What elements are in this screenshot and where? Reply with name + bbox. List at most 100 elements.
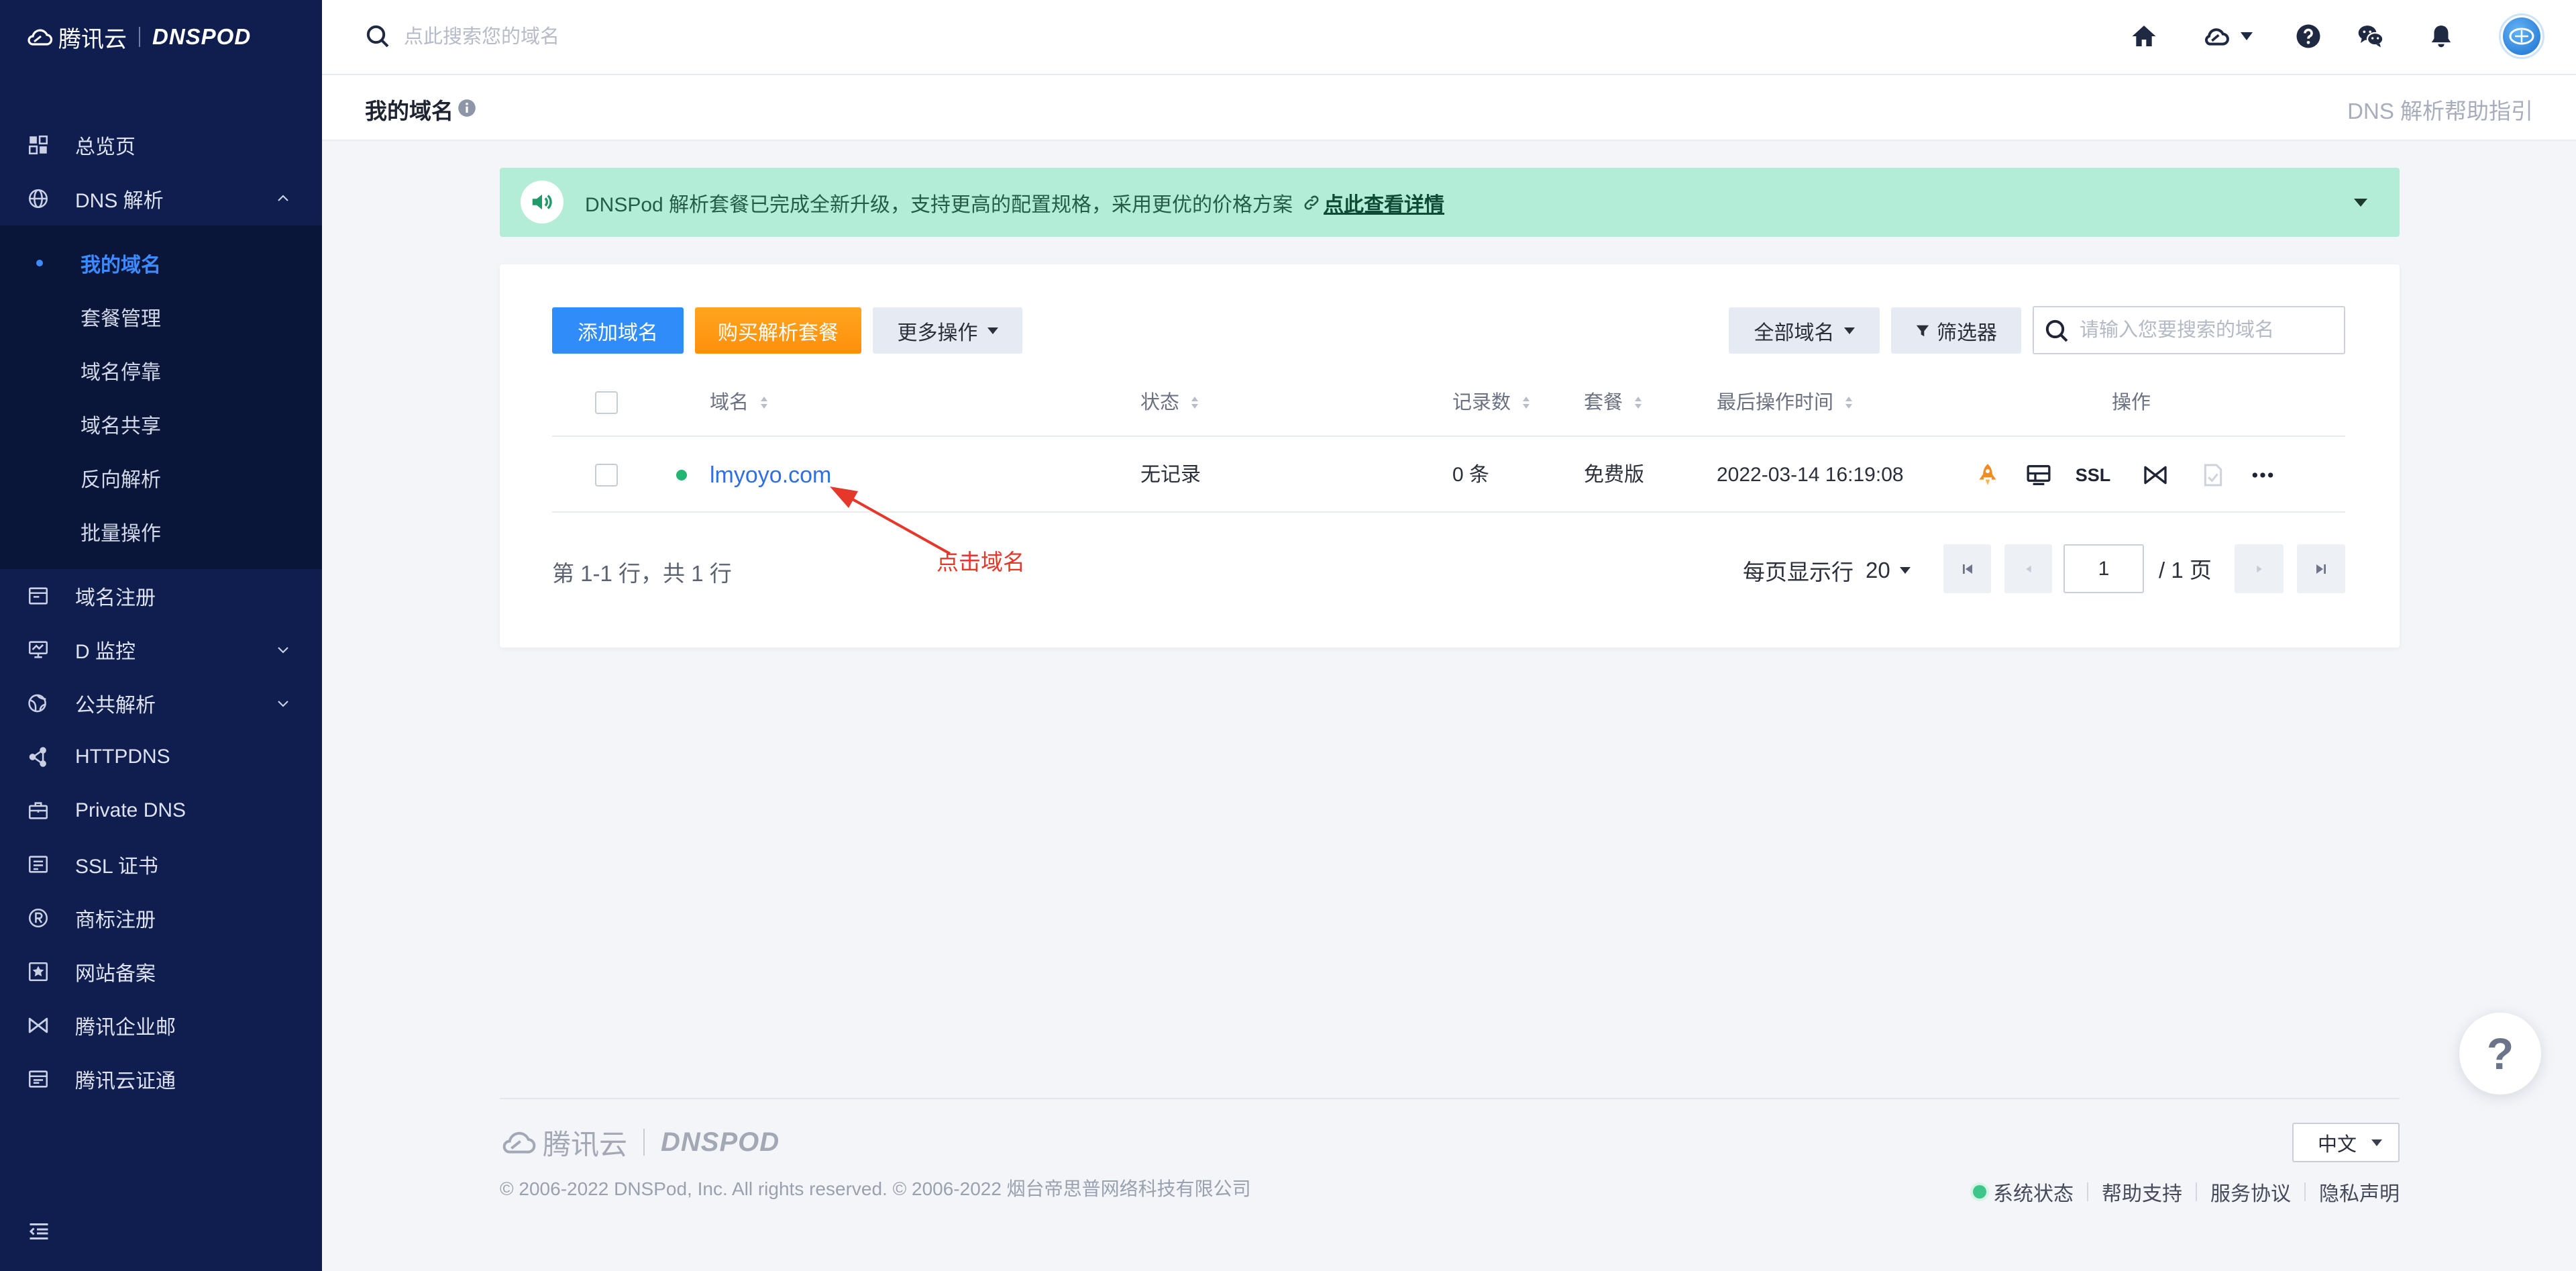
- rocket-icon[interactable]: [1974, 462, 2001, 489]
- sidebar-item-ssl-certificate[interactable]: SSL 证书: [0, 837, 322, 891]
- banner-link-label: 点此查看详情: [1324, 193, 1445, 216]
- sidebar-item-domain-registration[interactable]: 域名注册: [0, 569, 322, 623]
- footer-brand: 腾讯云 DNSPOD: [500, 1125, 780, 1160]
- sidebar-item-label: 总览页: [75, 136, 136, 158]
- page-title: 我的域名: [365, 99, 453, 123]
- submenu-item-label: 批量操作: [80, 523, 161, 545]
- collapse-menu-icon[interactable]: [27, 1219, 51, 1243]
- column-header-records[interactable]: 记录数: [1452, 387, 1531, 419]
- domain-search-input[interactable]: [2080, 317, 2334, 344]
- sort-icon[interactable]: [1190, 395, 1199, 411]
- sidebar-brand[interactable]: 腾讯云 DNSPOD: [26, 20, 251, 54]
- search-icon[interactable]: [364, 23, 391, 50]
- submenu-item-reverse-dns[interactable]: 反向解析: [0, 451, 322, 505]
- top-bar: [322, 0, 2576, 75]
- more-icon[interactable]: [2249, 462, 2276, 489]
- prev-page-button[interactable]: [2004, 544, 2052, 593]
- column-header-status[interactable]: 状态: [1140, 387, 1199, 419]
- sidebar-item-enterprise-mail[interactable]: 腾讯企业邮: [0, 999, 322, 1052]
- submenu-item-domain-sharing[interactable]: 域名共享: [0, 397, 322, 451]
- column-header-plan[interactable]: 套餐: [1584, 387, 1643, 419]
- banner-content: DNSPod 解析套餐已完成全新升级，支持更高的配置规格，采用更优的价格方案 点…: [585, 168, 1444, 237]
- global-search-input[interactable]: [404, 23, 873, 51]
- more-actions-button[interactable]: 更多操作: [873, 307, 1022, 354]
- monitor-icon[interactable]: [2025, 462, 2052, 489]
- column-header-last-modified[interactable]: 最后操作时间: [1717, 387, 1854, 419]
- sort-icon[interactable]: [1521, 395, 1531, 411]
- announcement-banner: DNSPod 解析套餐已完成全新升级，支持更高的配置规格，采用更优的价格方案 点…: [500, 168, 2400, 237]
- column-header-label: 记录数: [1452, 392, 1511, 413]
- brand-product-name: DNSPOD: [152, 24, 252, 49]
- sidebar-item-trademark[interactable]: 商标注册: [0, 891, 322, 945]
- filter-button[interactable]: 筛选器: [1891, 307, 2021, 354]
- submenu-item-plan-management[interactable]: 套餐管理: [0, 290, 322, 344]
- caret-down-icon: [2371, 1139, 2383, 1146]
- footer-link-help-support[interactable]: 帮助支持: [2102, 1177, 2182, 1207]
- document-icon: [2200, 462, 2226, 489]
- sidebar-item-overview[interactable]: 总览页: [0, 118, 322, 172]
- sidebar-item-website-filing[interactable]: 网站备案: [0, 945, 322, 999]
- dashboard-icon: [28, 135, 48, 155]
- banner-details-link[interactable]: 点此查看详情: [1302, 188, 1444, 217]
- avatar[interactable]: [2499, 13, 2544, 59]
- buy-plan-button[interactable]: 购买解析套餐: [695, 307, 861, 354]
- select-all-checkbox[interactable]: [595, 391, 618, 414]
- floating-help-button[interactable]: ?: [2459, 1013, 2541, 1095]
- footer-links: 系统状态 帮助支持 服务协议 隐私声明: [1973, 1177, 2400, 1207]
- chevron-down-icon[interactable]: [2241, 32, 2253, 40]
- brand-cloud-name: 腾讯云: [58, 26, 127, 52]
- sidebar-item-label: SSL 证书: [75, 856, 158, 878]
- submenu-item-my-domains[interactable]: 我的域名: [0, 236, 322, 290]
- language-select[interactable]: 中文: [2292, 1123, 2400, 1162]
- first-page-button[interactable]: [1943, 544, 1991, 593]
- help-icon[interactable]: [2295, 23, 2322, 50]
- search-icon[interactable]: [2043, 317, 2070, 344]
- sidebar-item-httpdns[interactable]: HTTPDNS: [0, 730, 322, 784]
- sidebar-item-cloud-id[interactable]: 腾讯云证通: [0, 1052, 322, 1106]
- domain-link[interactable]: lmyoyo.com: [710, 462, 831, 488]
- sort-icon[interactable]: [1633, 395, 1643, 411]
- cloud-icon[interactable]: [2203, 23, 2230, 50]
- current-page-input[interactable]: 1: [2063, 544, 2144, 593]
- submenu-item-domain-parking[interactable]: 域名停靠: [0, 344, 322, 397]
- submenu-item-label: 域名共享: [80, 415, 161, 438]
- home-icon[interactable]: [2131, 23, 2157, 50]
- domain-scope-dropdown[interactable]: 全部域名: [1729, 307, 1880, 354]
- link-separator: [2304, 1182, 2306, 1201]
- footer-link-privacy[interactable]: 隐私声明: [2319, 1177, 2400, 1207]
- table-row-domain[interactable]: lmyoyo.com: [710, 459, 831, 491]
- bowtie-icon: [28, 1017, 48, 1033]
- monitor-icon: [28, 641, 48, 658]
- footer-brand-cloud: 腾讯云: [543, 1128, 628, 1160]
- page-size-selector[interactable]: 每页显示行 20: [1743, 554, 1911, 587]
- bell-icon[interactable]: [2428, 23, 2455, 50]
- add-domain-button[interactable]: 添加域名: [552, 307, 684, 354]
- submenu-item-label: 域名停靠: [80, 362, 161, 384]
- table-header-divider: [552, 436, 2345, 437]
- row-checkbox[interactable]: [595, 464, 618, 487]
- domain-search-box: [2033, 306, 2345, 354]
- sort-icon[interactable]: [1844, 395, 1854, 411]
- expand-banner-icon[interactable]: [2353, 198, 2369, 207]
- footer-link-service-agreement[interactable]: 服务协议: [2210, 1177, 2291, 1207]
- bowtie-icon[interactable]: [2142, 462, 2169, 489]
- next-page-button[interactable]: [2235, 544, 2284, 593]
- last-page-button[interactable]: [2297, 544, 2345, 593]
- submenu-item-batch-operations[interactable]: 批量操作: [0, 505, 322, 558]
- sidebar-item-label: HTTPDNS: [75, 746, 170, 768]
- submenu-item-label: 套餐管理: [80, 308, 161, 330]
- next-page-icon: [2256, 565, 2262, 572]
- sidebar-item-public-dns[interactable]: 公共解析: [0, 676, 322, 730]
- sort-icon[interactable]: [759, 395, 769, 411]
- chevron-down-icon: [278, 701, 288, 707]
- dns-help-guide-link[interactable]: DNS 解析帮助指引: [2347, 93, 2533, 125]
- sidebar-item-dns[interactable]: DNS 解析: [0, 172, 322, 225]
- footer-link-system-status[interactable]: 系统状态: [1993, 1177, 2074, 1207]
- wechat-icon[interactable]: [2357, 23, 2384, 50]
- sidebar-item-d-monitor[interactable]: D 监控: [0, 623, 322, 676]
- info-icon[interactable]: [458, 99, 476, 117]
- ssl-action[interactable]: SSL: [2066, 462, 2120, 489]
- column-header-domain[interactable]: 域名: [710, 387, 769, 419]
- caret-down-icon: [987, 327, 998, 334]
- sidebar-item-private-dns[interactable]: Private DNS: [0, 784, 322, 837]
